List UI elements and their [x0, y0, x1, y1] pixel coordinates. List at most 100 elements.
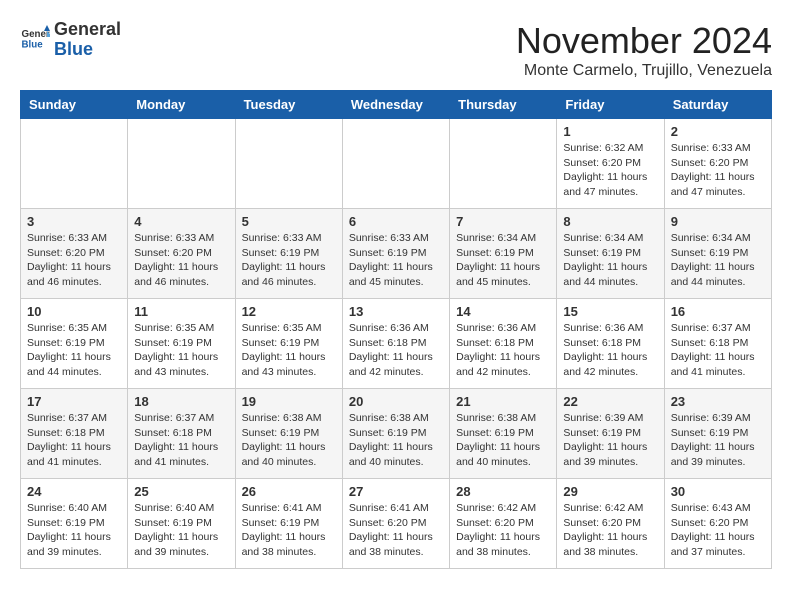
calendar-table: Sunday Monday Tuesday Wednesday Thursday…: [20, 90, 772, 569]
day-number: 11: [134, 304, 228, 319]
day-number: 15: [563, 304, 657, 319]
day-info: Sunrise: 6:33 AM Sunset: 6:20 PM Dayligh…: [27, 231, 121, 290]
day-info: Sunrise: 6:37 AM Sunset: 6:18 PM Dayligh…: [134, 411, 228, 470]
day-info: Sunrise: 6:37 AM Sunset: 6:18 PM Dayligh…: [671, 321, 765, 380]
calendar-cell: 3 Sunrise: 6:33 AM Sunset: 6:20 PM Daylig…: [21, 209, 128, 299]
col-thursday: Thursday: [450, 91, 557, 119]
day-info: Sunrise: 6:32 AM Sunset: 6:20 PM Dayligh…: [563, 141, 657, 200]
day-number: 19: [242, 394, 336, 409]
month-title: November 2024: [516, 20, 772, 62]
day-info: Sunrise: 6:41 AM Sunset: 6:19 PM Dayligh…: [242, 501, 336, 560]
calendar-week-3: 10 Sunrise: 6:35 AM Sunset: 6:19 PM Dayli…: [21, 299, 772, 389]
location-subtitle: Monte Carmelo, Trujillo, Venezuela: [516, 62, 772, 80]
calendar-cell: 2 Sunrise: 6:33 AM Sunset: 6:20 PM Daylig…: [664, 119, 771, 209]
calendar-cell: 12 Sunrise: 6:35 AM Sunset: 6:19 PM Dayli…: [235, 299, 342, 389]
day-info: Sunrise: 6:33 AM Sunset: 6:19 PM Dayligh…: [242, 231, 336, 290]
day-info: Sunrise: 6:39 AM Sunset: 6:19 PM Dayligh…: [563, 411, 657, 470]
col-wednesday: Wednesday: [342, 91, 449, 119]
calendar-cell: [235, 119, 342, 209]
day-number: 9: [671, 214, 765, 229]
calendar-cell: 21 Sunrise: 6:38 AM Sunset: 6:19 PM Dayli…: [450, 389, 557, 479]
calendar-cell: 8 Sunrise: 6:34 AM Sunset: 6:19 PM Daylig…: [557, 209, 664, 299]
day-info: Sunrise: 6:35 AM Sunset: 6:19 PM Dayligh…: [242, 321, 336, 380]
calendar-cell: [21, 119, 128, 209]
day-info: Sunrise: 6:38 AM Sunset: 6:19 PM Dayligh…: [456, 411, 550, 470]
calendar-cell: 15Sunrise: 6:36 AM Sunset: 6:18 PM Dayli…: [557, 299, 664, 389]
calendar-cell: 27 Sunrise: 6:41 AM Sunset: 6:20 PM Dayli…: [342, 479, 449, 569]
day-number: 8: [563, 214, 657, 229]
day-info: Sunrise: 6:35 AM Sunset: 6:19 PM Dayligh…: [27, 321, 121, 380]
day-number: 22: [563, 394, 657, 409]
calendar-cell: 23Sunrise: 6:39 AM Sunset: 6:19 PM Dayli…: [664, 389, 771, 479]
day-info: Sunrise: 6:41 AM Sunset: 6:20 PM Dayligh…: [349, 501, 443, 560]
day-number: 27: [349, 484, 443, 499]
calendar-cell: 29Sunrise: 6:42 AM Sunset: 6:20 PM Dayli…: [557, 479, 664, 569]
calendar-cell: 14Sunrise: 6:36 AM Sunset: 6:18 PM Dayli…: [450, 299, 557, 389]
day-number: 16: [671, 304, 765, 319]
col-friday: Friday: [557, 91, 664, 119]
day-info: Sunrise: 6:33 AM Sunset: 6:20 PM Dayligh…: [671, 141, 765, 200]
calendar-cell: [128, 119, 235, 209]
col-saturday: Saturday: [664, 91, 771, 119]
day-number: 3: [27, 214, 121, 229]
day-number: 1: [563, 124, 657, 139]
calendar-cell: 7Sunrise: 6:34 AM Sunset: 6:19 PM Daylig…: [450, 209, 557, 299]
calendar-cell: 1 Sunrise: 6:32 AM Sunset: 6:20 PM Daylig…: [557, 119, 664, 209]
calendar-week-5: 24Sunrise: 6:40 AM Sunset: 6:19 PM Dayli…: [21, 479, 772, 569]
day-number: 17: [27, 394, 121, 409]
day-info: Sunrise: 6:34 AM Sunset: 6:19 PM Dayligh…: [671, 231, 765, 290]
day-number: 7: [456, 214, 550, 229]
calendar-cell: 4Sunrise: 6:33 AM Sunset: 6:20 PM Daylig…: [128, 209, 235, 299]
logo-blue: Blue: [54, 40, 121, 60]
day-info: Sunrise: 6:40 AM Sunset: 6:19 PM Dayligh…: [134, 501, 228, 560]
calendar-week-4: 17 Sunrise: 6:37 AM Sunset: 6:18 PM Dayli…: [21, 389, 772, 479]
col-sunday: Sunday: [21, 91, 128, 119]
day-info: Sunrise: 6:33 AM Sunset: 6:19 PM Dayligh…: [349, 231, 443, 290]
calendar-cell: 17Sunrise: 6:37 AM Sunset: 6:18 PM Dayli…: [21, 389, 128, 479]
day-number: 5: [242, 214, 336, 229]
day-info: Sunrise: 6:36 AM Sunset: 6:18 PM Dayligh…: [349, 321, 443, 380]
logo-icon: General Blue: [20, 25, 50, 55]
calendar-cell: 19 Sunrise: 6:38 AM Sunset: 6:19 PM Dayli…: [235, 389, 342, 479]
day-number: 6: [349, 214, 443, 229]
day-info: Sunrise: 6:40 AM Sunset: 6:19 PM Dayligh…: [27, 501, 121, 560]
day-info: Sunrise: 6:34 AM Sunset: 6:19 PM Dayligh…: [563, 231, 657, 290]
calendar-cell: 25Sunrise: 6:40 AM Sunset: 6:19 PM Dayli…: [128, 479, 235, 569]
day-info: Sunrise: 6:38 AM Sunset: 6:19 PM Dayligh…: [242, 411, 336, 470]
day-number: 21: [456, 394, 550, 409]
day-info: Sunrise: 6:33 AM Sunset: 6:20 PM Dayligh…: [134, 231, 228, 290]
calendar-cell: 9 Sunrise: 6:34 AM Sunset: 6:19 PM Daylig…: [664, 209, 771, 299]
calendar-week-1: 1 Sunrise: 6:32 AM Sunset: 6:20 PM Daylig…: [21, 119, 772, 209]
day-info: Sunrise: 6:42 AM Sunset: 6:20 PM Dayligh…: [456, 501, 550, 560]
calendar-week-2: 3 Sunrise: 6:33 AM Sunset: 6:20 PM Daylig…: [21, 209, 772, 299]
day-number: 20: [349, 394, 443, 409]
col-tuesday: Tuesday: [235, 91, 342, 119]
title-block: November 2024 Monte Carmelo, Trujillo, V…: [516, 20, 772, 80]
day-number: 28: [456, 484, 550, 499]
calendar-cell: 28 Sunrise: 6:42 AM Sunset: 6:20 PM Dayli…: [450, 479, 557, 569]
day-info: Sunrise: 6:38 AM Sunset: 6:19 PM Dayligh…: [349, 411, 443, 470]
calendar-cell: 11Sunrise: 6:35 AM Sunset: 6:19 PM Dayli…: [128, 299, 235, 389]
calendar-cell: 16 Sunrise: 6:37 AM Sunset: 6:18 PM Dayli…: [664, 299, 771, 389]
day-number: 30: [671, 484, 765, 499]
calendar-cell: 6 Sunrise: 6:33 AM Sunset: 6:19 PM Daylig…: [342, 209, 449, 299]
calendar-cell: 24Sunrise: 6:40 AM Sunset: 6:19 PM Dayli…: [21, 479, 128, 569]
header-row: Sunday Monday Tuesday Wednesday Thursday…: [21, 91, 772, 119]
day-number: 26: [242, 484, 336, 499]
calendar-cell: 5 Sunrise: 6:33 AM Sunset: 6:19 PM Daylig…: [235, 209, 342, 299]
day-number: 14: [456, 304, 550, 319]
day-number: 12: [242, 304, 336, 319]
calendar-cell: [342, 119, 449, 209]
calendar-cell: 18 Sunrise: 6:37 AM Sunset: 6:18 PM Dayli…: [128, 389, 235, 479]
day-number: 29: [563, 484, 657, 499]
calendar-header: Sunday Monday Tuesday Wednesday Thursday…: [21, 91, 772, 119]
calendar-cell: 22 Sunrise: 6:39 AM Sunset: 6:19 PM Dayli…: [557, 389, 664, 479]
day-number: 2: [671, 124, 765, 139]
day-number: 10: [27, 304, 121, 319]
day-number: 13: [349, 304, 443, 319]
calendar-cell: 20 Sunrise: 6:38 AM Sunset: 6:19 PM Dayli…: [342, 389, 449, 479]
day-number: 18: [134, 394, 228, 409]
logo-general: General: [54, 20, 121, 40]
page-header: General Blue General Blue November 2024 …: [20, 20, 772, 80]
day-number: 23: [671, 394, 765, 409]
